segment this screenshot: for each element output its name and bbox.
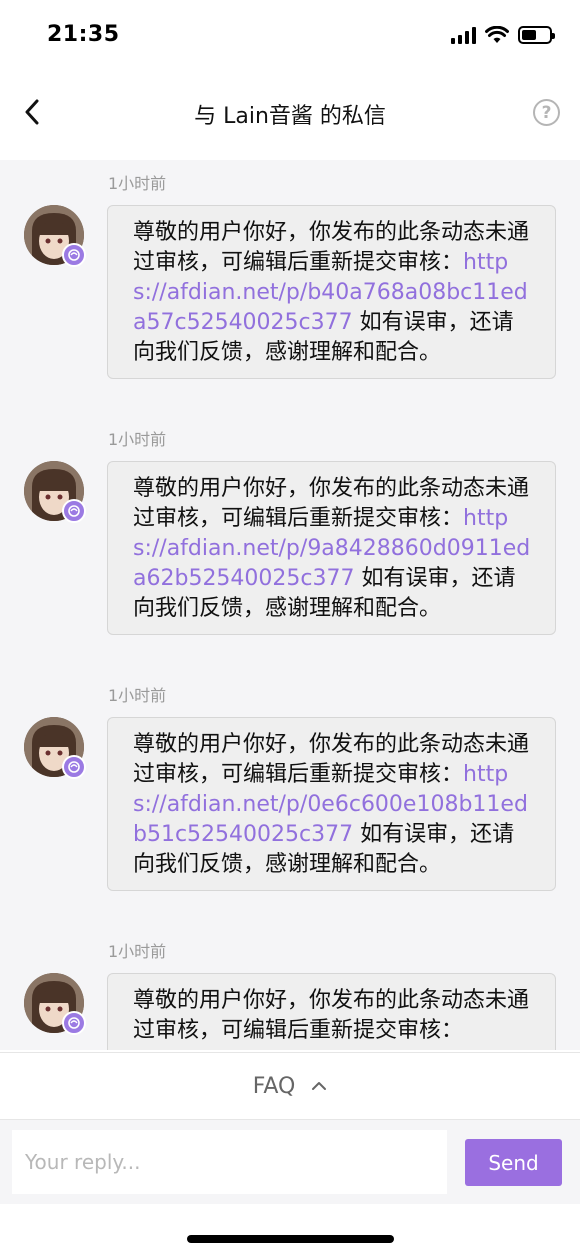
- message-timestamp: 1小时前: [108, 942, 167, 961]
- avatar[interactable]: [24, 973, 86, 1035]
- status-bar: 21:35: [0, 0, 580, 72]
- chat-area[interactable]: 1小时前 尊敬的用户你好，你发布的此条动态未通过审核，可编辑后重新提交审核：ht…: [0, 160, 580, 1050]
- cellular-signal-icon: [451, 26, 476, 44]
- message-bubble: 尊敬的用户你好，你发布的此条动态未通过审核，可编辑后重新提交审核：https:/…: [107, 205, 556, 379]
- home-area: [0, 1204, 580, 1255]
- screen: 21:35 与 Lain音酱 的私信 ? 1小时前 尊敬的用户你好，你发布的此条…: [0, 0, 580, 1255]
- reply-input[interactable]: [12, 1130, 447, 1194]
- message-bubble: 尊敬的用户你好，你发布的此条动态未通过审核，可编辑后重新提交审核：: [107, 973, 556, 1050]
- verified-badge-icon: [62, 499, 86, 523]
- send-button[interactable]: Send: [465, 1139, 562, 1186]
- page-title: 与 Lain音酱 的私信: [194, 104, 386, 129]
- verified-badge-icon: [62, 1011, 86, 1035]
- status-time: 21:35: [47, 22, 120, 47]
- message-timestamp: 1小时前: [108, 174, 167, 193]
- chevron-up-icon: [312, 1082, 327, 1090]
- faq-toggle[interactable]: FAQ: [0, 1052, 580, 1120]
- message-timestamp: 1小时前: [108, 686, 167, 705]
- avatar[interactable]: [24, 205, 86, 267]
- battery-icon: [518, 26, 555, 44]
- wifi-icon: [485, 26, 509, 43]
- faq-label: FAQ: [252, 1073, 296, 1099]
- avatar[interactable]: [24, 461, 86, 523]
- message-bubble: 尊敬的用户你好，你发布的此条动态未通过审核，可编辑后重新提交审核：https:/…: [107, 717, 556, 891]
- message-bubble: 尊敬的用户你好，你发布的此条动态未通过审核，可编辑后重新提交审核：https:/…: [107, 461, 556, 635]
- message-timestamp: 1小时前: [108, 430, 167, 449]
- status-icons: [451, 26, 555, 44]
- message-text: 尊敬的用户你好，你发布的此条动态未通过审核，可编辑后重新提交审核：: [133, 988, 530, 1043]
- verified-badge-icon: [62, 243, 86, 267]
- reply-bar: Send: [0, 1120, 580, 1204]
- verified-badge-icon: [62, 755, 86, 779]
- nav-bar: 与 Lain音酱 的私信 ?: [0, 72, 580, 160]
- help-icon[interactable]: ?: [533, 99, 560, 126]
- home-indicator[interactable]: [187, 1235, 394, 1243]
- avatar[interactable]: [24, 717, 86, 779]
